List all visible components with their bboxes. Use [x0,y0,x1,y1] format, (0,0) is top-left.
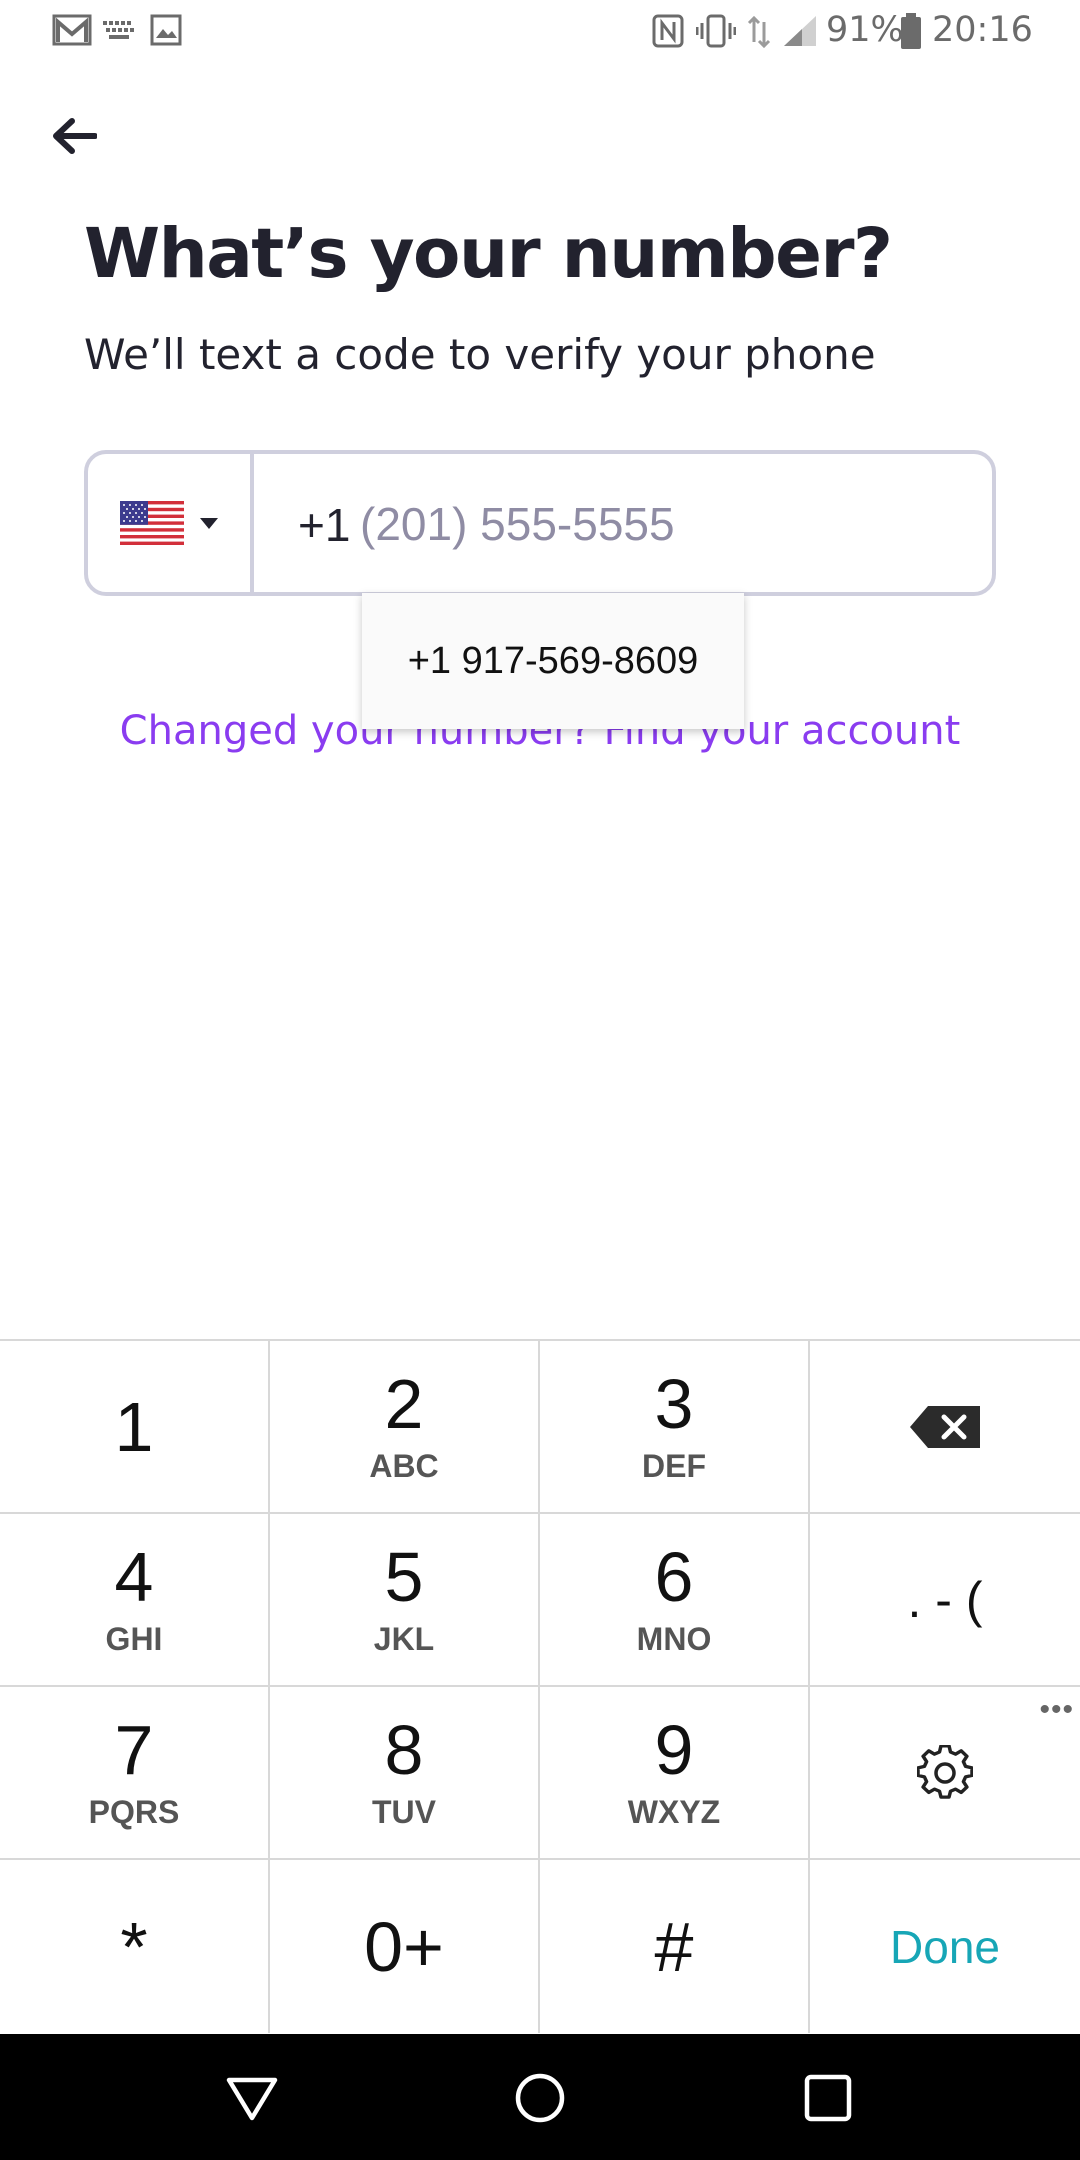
key-letters: TUV [372,1794,436,1830]
symbols-key[interactable]: . - ( [810,1514,1080,1685]
key-hash[interactable]: # [540,1860,810,2033]
us-flag-icon [120,501,184,545]
back-triangle-icon[interactable] [224,2070,280,2126]
keyboard-icon [103,21,134,39]
keyboard-row: 1 2 ABC 3 DEF [0,1341,1080,1514]
nfc-icon [652,14,684,48]
key-star[interactable]: * [0,1860,270,2033]
chevron-down-icon [200,517,218,529]
key-symbols: . - ( [907,1571,983,1628]
phone-number-input[interactable] [360,478,960,570]
home-circle-icon[interactable] [512,2070,568,2126]
key-digit: 0+ [364,1907,444,1986]
phone-number-field: +1 [84,450,996,596]
key-6[interactable]: 6 MNO [540,1514,810,1685]
keyboard-row: * 0+ # Done [0,1860,1080,2033]
done-key[interactable]: Done [810,1860,1080,2033]
key-letters: WXYZ [627,1794,721,1830]
key-digit: 2 [384,1365,424,1443]
key-5[interactable]: 5 JKL [270,1514,540,1685]
key-2[interactable]: 2 ABC [270,1341,540,1512]
recents-square-icon[interactable] [800,2070,856,2126]
suggestion-text: +1 917-569-8609 [407,639,699,682]
page-subtitle: We’ll text a code to verify your phone [84,330,876,379]
clock: 20:16 [932,10,1033,50]
key-letters: DEF [642,1448,706,1484]
key-8[interactable]: 8 TUV [270,1687,540,1858]
key-digit: * [120,1907,148,1986]
backspace-key[interactable] [810,1341,1080,1512]
numeric-keyboard: 1 2 ABC 3 DEF 4 GHI 5 JKL 6 MNO . - (7 … [0,1339,1080,2033]
key-9[interactable]: 9 WXYZ [540,1687,810,1858]
key-digit: 6 [654,1538,694,1616]
key-3[interactable]: 3 DEF [540,1341,810,1512]
key-letters: MNO [636,1621,712,1657]
key-letters: JKL [373,1621,435,1657]
battery-icon [901,13,921,49]
data-icon [747,15,771,49]
image-icon [150,14,182,46]
key-7[interactable]: 7 PQRS [0,1687,270,1858]
key-1[interactable]: 1 [0,1341,270,1512]
key-letters: GHI [105,1621,163,1657]
key-digit: 1 [114,1387,154,1466]
key-letters: ABC [369,1448,439,1484]
status-bar: 91% 20:16 [0,0,1080,64]
country-code-picker[interactable] [88,454,254,592]
backspace-icon [910,1405,980,1448]
key-letters: PQRS [88,1794,180,1830]
key-digit: 7 [114,1711,154,1789]
key-digit: 4 [114,1538,154,1616]
key-digit: 9 [654,1711,694,1789]
key-digit: # [654,1907,694,1986]
key-digit: 5 [384,1538,424,1616]
arrow-left-icon [53,118,97,154]
key-4[interactable]: 4 GHI [0,1514,270,1685]
done-label: Done [890,1920,1000,1973]
keyboard-row: 7 PQRS 8 TUV 9 WXYZ [0,1687,1080,1860]
signal-icon [784,16,816,46]
page-title: What’s your number? [84,214,893,294]
keyboard-more-icon[interactable]: ••• [1039,1693,1074,1727]
gmail-icon [52,14,92,46]
autofill-suggestion[interactable]: +1 917-569-8609 [362,593,744,729]
vibrate-icon [696,14,736,48]
keyboard-row: 4 GHI 5 JKL 6 MNO . - ( [0,1514,1080,1687]
gear-icon [917,1744,973,1799]
key-0[interactable]: 0+ [270,1860,540,2033]
key-digit: 3 [654,1365,694,1443]
navigation-bar [0,2034,1080,2160]
key-digit: 8 [384,1711,424,1789]
back-button[interactable] [44,108,104,164]
dial-code: +1 [298,499,351,551]
battery-percent: 91% [826,10,904,50]
